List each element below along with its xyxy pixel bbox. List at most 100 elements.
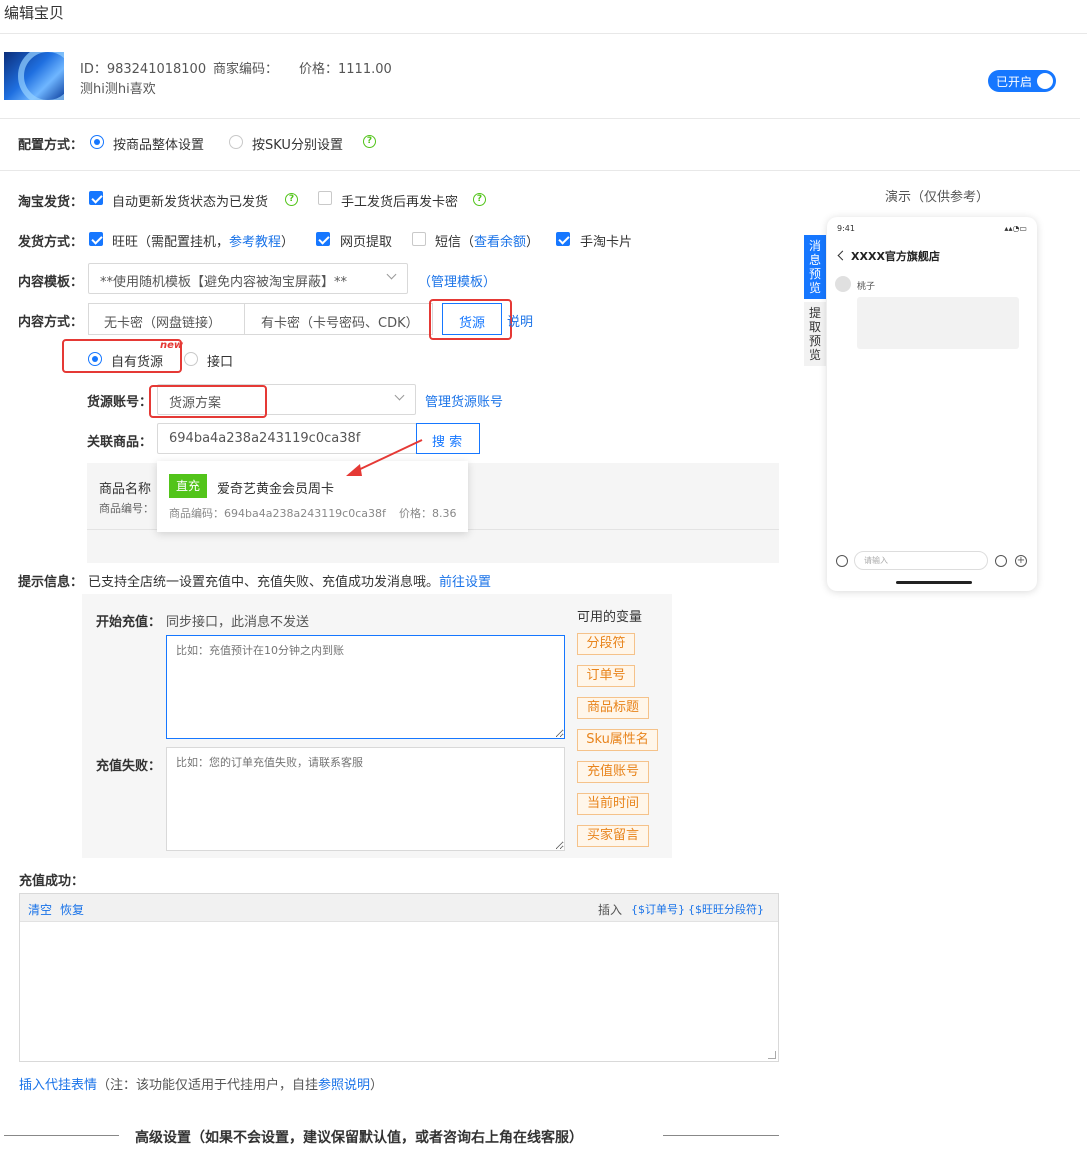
content-mode-label: 内容方式： xyxy=(18,315,84,330)
config-sku-radio[interactable] xyxy=(229,135,243,149)
advanced-title: 高级设置（如果不会设置，建议保留默认值，或者咨询右上角在线客服） xyxy=(135,1130,583,1146)
manage-template-link[interactable]: 管理模板 xyxy=(431,275,483,290)
tip-text: 已支持全店统一设置充值中、充值失败、充值成功发消息哦。前往设置 xyxy=(88,575,492,590)
start-recharge-label: 开始充值： xyxy=(96,615,162,630)
editor-restore-button[interactable]: 恢复 xyxy=(60,901,84,918)
source-tab-annotation xyxy=(429,299,512,340)
voice-icon xyxy=(836,555,848,567)
source-account-label: 货源账号： xyxy=(87,395,153,410)
manage-source-account-link[interactable]: 管理货源账号 xyxy=(425,391,503,410)
chevron-down-icon xyxy=(394,390,405,401)
taobao-ship-label: 淘宝发货： xyxy=(18,195,84,210)
content-template-select[interactable]: **使用随机模板【避免内容被淘宝屏蔽】** xyxy=(88,263,408,294)
table-header-name: 商品名称 xyxy=(99,482,152,497)
search-result-code: 商品编码：694ba4a238a243119c0ca38f xyxy=(169,507,386,520)
preview-tab-message[interactable]: 消息预览 xyxy=(804,235,826,299)
toggle-label: 已开启 xyxy=(996,75,1033,89)
content-template-label: 内容模板： xyxy=(18,275,84,290)
auto-update-checkbox[interactable] xyxy=(89,191,103,205)
web-pickup-checkbox[interactable] xyxy=(316,232,330,246)
handtao-checkbox[interactable] xyxy=(556,232,570,246)
table-header-code: 商品编号： xyxy=(99,502,154,515)
search-result-title: 爱奇艺黄金会员周卡 xyxy=(217,482,335,497)
advanced-line-left xyxy=(4,1135,119,1136)
avatar xyxy=(835,276,851,292)
insert-emoji-link[interactable]: 插入代挂表情 xyxy=(19,1078,97,1093)
auto-update-label[interactable]: 自动更新发货状态为已发货 xyxy=(112,191,268,210)
advanced-line-right xyxy=(663,1135,779,1136)
own-source-annotation xyxy=(62,339,182,373)
direct-charge-badge: 直充 xyxy=(169,474,207,498)
explain-link[interactable]: 说明 xyxy=(507,311,533,330)
start-recharge-textarea[interactable] xyxy=(166,635,565,739)
var-sku-name[interactable]: Sku属性名 xyxy=(577,729,658,751)
fail-recharge-textarea[interactable] xyxy=(166,747,565,851)
toggle-knob xyxy=(1037,73,1053,89)
editor-toolbar: 清空 恢复 插入 {$订单号} {$旺旺分段符} xyxy=(20,894,778,922)
fail-recharge-label: 充值失败： xyxy=(96,759,162,774)
page-title: 编辑宝贝 xyxy=(4,4,65,22)
config-help-icon[interactable]: ? xyxy=(363,135,376,148)
ref-tutorial-link[interactable]: 参考教程 xyxy=(229,235,281,250)
emoji-icon xyxy=(995,555,1007,567)
message-bubble xyxy=(857,297,1019,349)
config-whole-radio[interactable] xyxy=(90,135,104,149)
insert-order-no[interactable]: {$订单号} xyxy=(631,901,685,917)
product-id: ID：983241018100 xyxy=(80,62,207,77)
chevron-down-icon xyxy=(386,269,397,280)
var-buyer-message[interactable]: 买家留言 xyxy=(577,825,649,847)
sms-checkbox[interactable] xyxy=(412,232,426,246)
product-price: 价格：1111.00 xyxy=(299,62,392,77)
config-whole-label[interactable]: 按商品整体设置 xyxy=(113,134,204,153)
auto-update-help-icon[interactable]: ? xyxy=(285,193,298,206)
linked-product-label: 关联商品： xyxy=(87,435,153,450)
manage-template: （管理模板） xyxy=(418,275,497,290)
editor-clear-button[interactable]: 清空 xyxy=(28,901,52,918)
success-recharge-label: 充值成功： xyxy=(19,874,85,889)
var-recharge-account[interactable]: 充值账号 xyxy=(577,761,649,783)
content-mode-tab-card[interactable]: 有卡密（卡号密码、CDK） xyxy=(244,303,433,335)
product-name: 测hi测hi喜欢 xyxy=(80,82,156,97)
resize-handle-icon[interactable] xyxy=(768,1051,776,1059)
api-radio[interactable] xyxy=(184,352,198,366)
var-order-no[interactable]: 订单号 xyxy=(577,665,635,687)
phone-time: 9:41 xyxy=(837,224,855,233)
content-template-value: **使用随机模板【避免内容被淘宝屏蔽】** xyxy=(100,275,348,290)
insert-wangwang-seg[interactable]: {$旺旺分段符} xyxy=(688,901,764,917)
var-current-time[interactable]: 当前时间 xyxy=(577,793,649,815)
editor-insert-label: 插入 xyxy=(598,903,623,917)
phone-input: 请输入 xyxy=(854,551,988,570)
handtao-label[interactable]: 手淘卡片 xyxy=(580,231,632,250)
config-sku-label[interactable]: 按SKU分别设置 xyxy=(252,134,343,153)
wangwang-checkbox[interactable] xyxy=(89,232,103,246)
manual-help-icon[interactable]: ? xyxy=(473,193,486,206)
var-product-title[interactable]: 商品标题 xyxy=(577,697,649,719)
web-pickup-label[interactable]: 网页提取 xyxy=(340,231,392,250)
wangwang-label: 旺旺（需配置挂机，参考教程） xyxy=(112,235,295,250)
plus-icon: + xyxy=(1015,555,1027,567)
ref-explain-link[interactable]: 参照说明 xyxy=(318,1078,370,1093)
preview-tab-extract[interactable]: 提取预览 xyxy=(804,302,826,366)
success-editor[interactable]: 清空 恢复 插入 {$订单号} {$旺旺分段符} xyxy=(19,893,779,1062)
annotation-arrow-icon xyxy=(346,439,423,476)
config-label: 配置方式： xyxy=(18,138,84,153)
goto-settings-link[interactable]: 前往设置 xyxy=(439,575,491,590)
phone-shop-name: XXXX官方旗舰店 xyxy=(851,250,940,263)
content-mode-tab-nocard[interactable]: 无卡密（网盘链接） xyxy=(88,303,245,335)
product-thumbnail xyxy=(4,52,64,100)
manual-label[interactable]: 手工发货后再发卡密 xyxy=(341,191,458,210)
start-recharge-note: 同步接口，此消息不发送 xyxy=(166,615,310,630)
preview-title: 演示（仅供参考） xyxy=(885,190,990,205)
var-segment[interactable]: 分段符 xyxy=(577,633,635,655)
merchant-code: 商家编码： xyxy=(213,62,279,77)
ship-method-label: 发货方式： xyxy=(18,235,84,250)
view-balance-link[interactable]: 查看余额 xyxy=(474,235,526,250)
sms-label: 短信（查看余额） xyxy=(435,235,540,250)
phone-mockup: 9:41 ▴▴◔▭ XXXX官方旗舰店 桃子 请输入 + xyxy=(827,217,1037,591)
manual-checkbox[interactable] xyxy=(318,191,332,205)
tip-label: 提示信息： xyxy=(18,575,84,590)
enable-toggle[interactable]: 已开启 xyxy=(988,70,1056,92)
back-chevron-icon xyxy=(837,250,848,261)
search-result-price: 价格：8.36 xyxy=(399,507,457,520)
api-label[interactable]: 接口 xyxy=(207,351,233,370)
